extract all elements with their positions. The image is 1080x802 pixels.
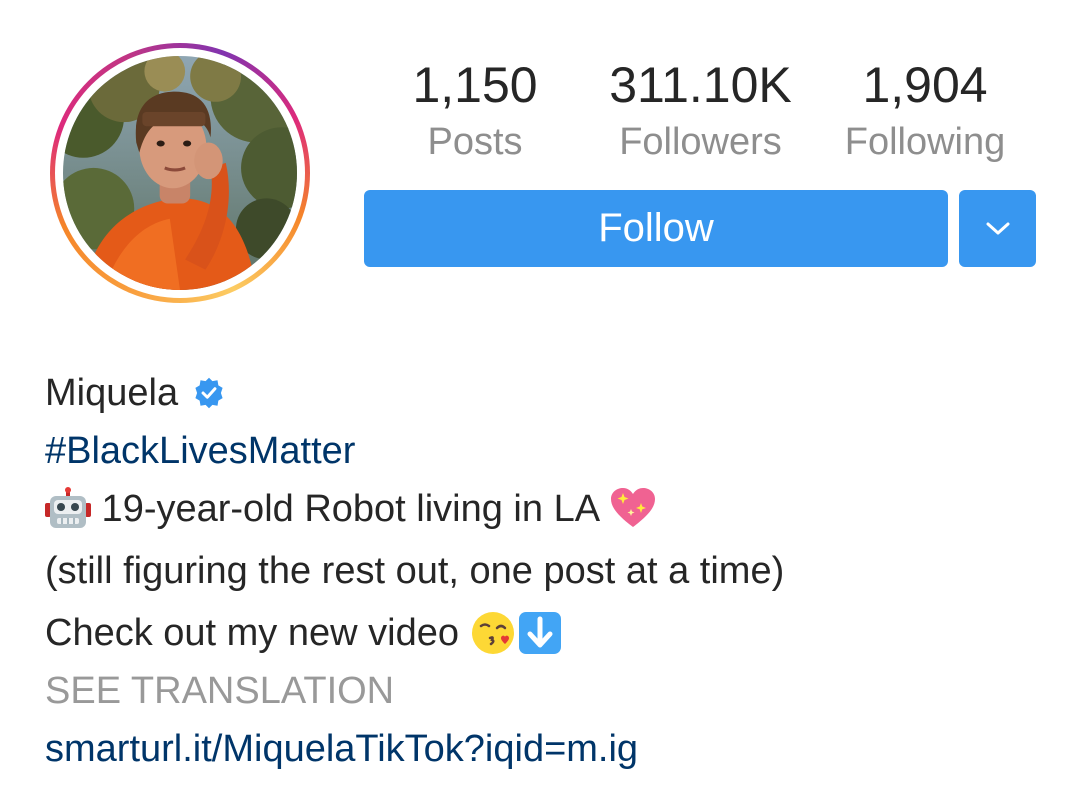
- bio-line-1-text: 19-year-old Robot living in LA: [91, 488, 609, 530]
- kissing-face-emoji-icon: [470, 610, 516, 656]
- bio-line-3-text: Check out my new video: [45, 612, 470, 654]
- name-row: Miquela: [45, 362, 1045, 424]
- stat-posts: 1,150 Posts: [405, 57, 545, 165]
- chevron-down-icon: [986, 222, 1009, 234]
- bio-line-2: (still figuring the rest out, one post a…: [45, 540, 1045, 602]
- avatar-gap: [55, 48, 305, 298]
- bio-external-link[interactable]: smarturl.it/MiquelaTikTok?iqid=m.ig: [45, 718, 638, 780]
- down-arrow-emoji-icon: [518, 611, 562, 655]
- bio-line-2-text: (still figuring the rest out, one post a…: [45, 550, 785, 592]
- see-translation-link[interactable]: SEE TRANSLATION: [45, 664, 394, 718]
- bio-hashtag-line: #BlackLivesMatter: [45, 424, 1045, 478]
- stat-followers[interactable]: 311.10K Followers: [598, 57, 803, 165]
- verified-badge-icon: [192, 376, 226, 410]
- followers-label[interactable]: Followers: [598, 119, 803, 165]
- avatar[interactable]: [63, 56, 297, 290]
- sparkling-heart-emoji-icon: [609, 487, 657, 531]
- see-translation-line: SEE TRANSLATION: [45, 664, 1045, 718]
- avatar-story-ring[interactable]: [50, 43, 310, 303]
- hashtag-link[interactable]: #BlackLivesMatter: [45, 424, 355, 478]
- profile-bio: Miquela #BlackLivesMatter 19-year-old Ro…: [45, 362, 1045, 780]
- suggested-accounts-dropdown-button[interactable]: [959, 190, 1036, 267]
- robot-emoji-icon: [45, 487, 91, 531]
- profile-header: 1,150 Posts 311.10K Followers 1,904 Foll…: [0, 0, 1080, 802]
- following-count[interactable]: 1,904: [830, 57, 1020, 113]
- bio-link-line: smarturl.it/MiquelaTikTok?iqid=m.ig: [45, 718, 1045, 780]
- stat-following[interactable]: 1,904 Following: [830, 57, 1020, 165]
- bio-line-1: 19-year-old Robot living in LA: [45, 478, 1045, 540]
- follow-button[interactable]: Follow: [364, 190, 948, 267]
- following-label[interactable]: Following: [830, 119, 1020, 165]
- bio-line-3: Check out my new video: [45, 602, 1045, 664]
- username: Miquela: [45, 372, 179, 414]
- posts-label: Posts: [427, 121, 523, 163]
- posts-count: 1,150: [412, 57, 538, 113]
- followers-count[interactable]: 311.10K: [598, 57, 803, 113]
